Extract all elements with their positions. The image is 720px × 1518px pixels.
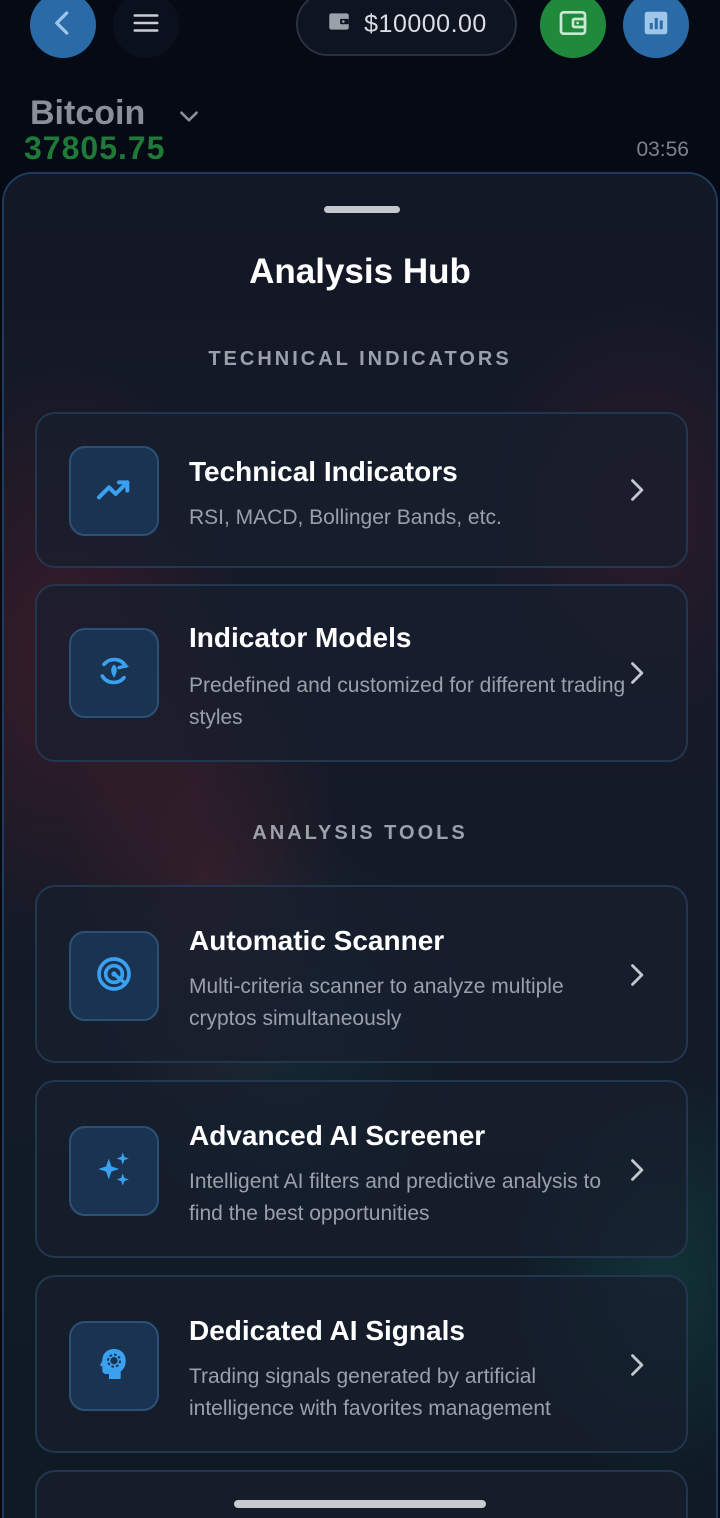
card-advanced-ai-screener[interactable]: Advanced AI Screener Intelligent AI filt…	[35, 1080, 688, 1258]
card-dedicated-ai-signals[interactable]: Dedicated AI Signals Trading signals gen…	[35, 1275, 688, 1453]
card-description: RSI, MACD, Bollinger Bands, etc.	[189, 506, 502, 529]
menu-button[interactable]	[113, 0, 179, 58]
card-icon-box	[69, 931, 159, 1021]
radar-icon	[94, 954, 134, 999]
card-icon-box	[69, 1321, 159, 1411]
section-label-technical-indicators: TECHNICAL INDICATORS	[208, 348, 512, 370]
home-indicator[interactable]	[234, 1500, 486, 1508]
chevron-right-icon	[622, 961, 650, 994]
timestamp: 03:56	[636, 138, 689, 161]
trending-up-icon	[94, 469, 134, 514]
bar-chart-icon	[641, 8, 671, 43]
chevron-right-icon	[622, 1156, 650, 1189]
card-description: Trading signals generated by artificial …	[189, 1365, 551, 1420]
analytics-button[interactable]	[623, 0, 689, 58]
sparkles-icon	[93, 1148, 135, 1195]
model-refresh-icon	[94, 651, 134, 696]
card-title: Automatic Scanner	[189, 925, 445, 956]
chevron-right-icon	[622, 1351, 650, 1384]
card-title: Dedicated AI Signals	[189, 1315, 465, 1346]
card-icon-box	[69, 1126, 159, 1216]
analysis-hub-sheet: Analysis Hub TECHNICAL INDICATORS Techni…	[2, 172, 718, 1518]
card-description: Multi-criteria scanner to analyze multip…	[189, 975, 564, 1030]
drag-handle[interactable]	[324, 206, 400, 213]
coin-price: 37805.75	[24, 130, 166, 166]
hamburger-icon	[131, 8, 161, 43]
card-title: Technical Indicators	[189, 456, 458, 487]
ai-head-icon	[94, 1344, 134, 1389]
card-automatic-scanner[interactable]: Automatic Scanner Multi-criteria scanner…	[35, 885, 688, 1063]
section-label-analysis-tools: ANALYSIS TOOLS	[252, 822, 468, 844]
card-partial-next[interactable]	[35, 1470, 688, 1518]
sheet-title: Analysis Hub	[249, 252, 471, 291]
chevron-right-icon	[622, 659, 650, 692]
card-icon-box	[69, 446, 159, 536]
back-button[interactable]	[30, 0, 96, 58]
wallet-icon	[557, 7, 589, 44]
card-technical-indicators[interactable]: Technical Indicators RSI, MACD, Bollinge…	[35, 412, 688, 568]
wallet-button[interactable]	[540, 0, 606, 58]
chevron-right-icon	[622, 476, 650, 509]
chevron-down-icon[interactable]	[176, 104, 202, 135]
card-icon-box	[69, 628, 159, 718]
card-title: Indicator Models	[189, 622, 412, 653]
chevron-left-icon	[48, 8, 78, 43]
card-description: Predefined and customized for different …	[189, 674, 626, 729]
coin-selector-label[interactable]: Bitcoin	[30, 94, 145, 133]
top-bar: $10000.00	[0, 0, 720, 60]
balance-amount: $10000.00	[364, 9, 487, 38]
card-indicator-models[interactable]: Indicator Models Predefined and customiz…	[35, 584, 688, 762]
balance-pill[interactable]: $10000.00	[296, 0, 517, 56]
wallet-icon	[326, 8, 352, 41]
card-description: Intelligent AI filters and predictive an…	[189, 1170, 602, 1225]
card-title: Advanced AI Screener	[189, 1120, 486, 1151]
